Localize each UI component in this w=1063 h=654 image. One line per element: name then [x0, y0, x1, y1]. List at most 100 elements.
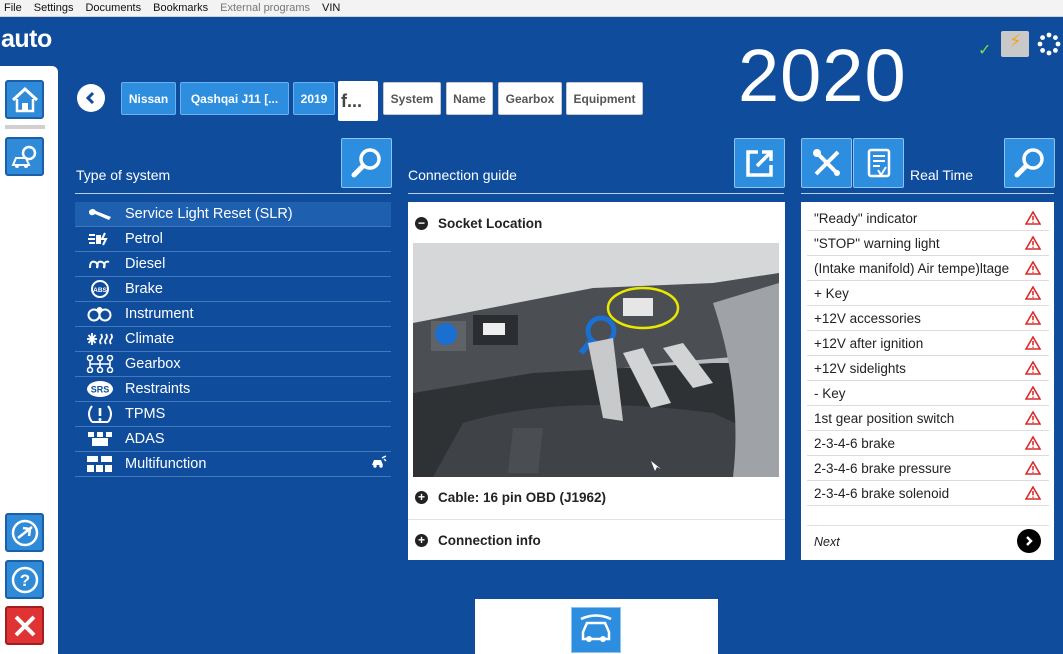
battery-icon[interactable]: ⚡ — [1001, 31, 1029, 57]
socket-location-photo — [413, 243, 779, 477]
warning-icon — [1025, 286, 1041, 300]
realtime-item[interactable]: +12V sidelights — [807, 356, 1049, 381]
realtime-item-label: "Ready" indicator — [814, 210, 918, 226]
vehicle-settings-button[interactable] — [5, 137, 44, 176]
realtime-item[interactable]: "Ready" indicator — [807, 206, 1049, 231]
system-item-label: Brake — [125, 281, 163, 297]
system-item-instrument[interactable]: Instrument — [75, 302, 391, 327]
system-item-brake[interactable]: ABS Brake — [75, 277, 391, 302]
system-item-label: Instrument — [125, 306, 194, 322]
close-button[interactable] — [5, 606, 44, 645]
system-item-label: Climate — [125, 331, 175, 347]
menu-file[interactable]: File — [0, 2, 30, 14]
warning-icon — [1025, 461, 1041, 475]
system-item-petrol[interactable]: Petrol — [75, 227, 391, 252]
breadcrumb-make[interactable]: Nissan — [121, 82, 176, 115]
breadcrumb-gearbox[interactable]: Gearbox — [498, 82, 562, 115]
realtime-header-line — [801, 193, 1054, 194]
sleep-mode-button[interactable] — [5, 513, 44, 552]
vehicle-year-display: 2020 — [738, 34, 907, 117]
guide-row-label: Connection info — [438, 532, 541, 548]
connection-guide-panel: − Socket Location + Cable: 16 pin OBD (J… — [408, 202, 785, 560]
realtime-item-label: 2-3-4-6 brake pressure — [814, 460, 952, 476]
systems-search-button[interactable] — [341, 138, 392, 188]
guide-row-cable[interactable]: + Cable: 16 pin OBD (J1962) — [408, 486, 785, 508]
realtime-item[interactable]: - Key — [807, 381, 1049, 406]
guide-row-socket-location[interactable]: − Socket Location — [408, 212, 785, 234]
realtime-item[interactable]: + Key — [807, 281, 1049, 306]
menu-settings[interactable]: Settings — [30, 2, 82, 14]
realtime-item[interactable]: "STOP" warning light — [807, 231, 1049, 256]
tpms-icon — [85, 404, 115, 424]
next-label[interactable]: Next — [814, 535, 840, 549]
multifunction-icon — [85, 455, 115, 473]
breadcrumb-model[interactable]: Qashqai J11 [... — [180, 82, 289, 115]
next-button[interactable] — [1017, 529, 1041, 553]
breadcrumb-field[interactable]: f... — [338, 81, 378, 121]
guide-row-label: Cable: 16 pin OBD (J1962) — [438, 489, 607, 505]
srs-icon: SRS — [85, 380, 115, 398]
menu-documents[interactable]: Documents — [81, 2, 149, 14]
realtime-item[interactable]: (Intake manifold) Air tempe)ltage — [807, 256, 1049, 281]
realtime-item[interactable]: 2-3-4-6 brake — [807, 431, 1049, 456]
system-item-label: Restraints — [125, 381, 191, 397]
system-item-diesel[interactable]: Diesel — [75, 252, 391, 277]
realtime-item-label: +12V accessories — [814, 310, 921, 326]
realtime-item-label: "STOP" warning light — [814, 235, 940, 251]
realtime-panel: "Ready" indicator "STOP" warning light (In… — [801, 202, 1054, 560]
expand-icon: + — [415, 533, 428, 547]
gearbox-icon — [85, 355, 115, 373]
datasheet-icon — [867, 148, 890, 178]
vehicle-connect-button[interactable] — [571, 607, 621, 653]
abs-icon: ABS — [85, 280, 115, 298]
system-item-climate[interactable]: Climate — [75, 327, 391, 352]
system-item-gearbox[interactable]: Gearbox — [75, 352, 391, 377]
system-item-slr[interactable]: Service Light Reset (SLR) — [75, 202, 391, 227]
system-item-label: ADAS — [125, 431, 165, 447]
breadcrumb-year[interactable]: 2019 — [293, 82, 335, 115]
realtime-search-button[interactable] — [1004, 138, 1055, 188]
menu-bookmarks[interactable]: Bookmarks — [149, 2, 216, 14]
system-item-multifunction[interactable]: Multifunction — [75, 452, 391, 477]
guide-open-button[interactable] — [734, 138, 785, 188]
help-button[interactable]: ? — [5, 560, 44, 599]
search-icon — [1014, 148, 1044, 178]
warning-icon — [1025, 361, 1041, 375]
realtime-divider — [807, 525, 1049, 526]
datasheet-button[interactable] — [853, 138, 904, 188]
menu-vin[interactable]: VIN — [318, 2, 348, 14]
system-item-restraints[interactable]: SRS Restraints — [75, 377, 391, 402]
realtime-item-label: + Key — [814, 285, 849, 301]
system-item-label: TPMS — [125, 406, 166, 422]
chevron-left-icon — [85, 91, 95, 105]
instrument-icon — [85, 306, 115, 322]
back-button[interactable] — [77, 84, 105, 112]
realtime-item[interactable]: +12V accessories — [807, 306, 1049, 331]
guide-divider — [408, 519, 785, 520]
realtime-item[interactable]: 2-3-4-6 brake pressure — [807, 456, 1049, 481]
breadcrumb-equipment[interactable]: Equipment — [566, 82, 643, 115]
guide-panel-title: Connection guide — [408, 167, 517, 183]
system-item-adas[interactable]: ADAS — [75, 427, 391, 452]
realtime-list: "Ready" indicator "STOP" warning light (In… — [807, 206, 1049, 506]
realtime-item[interactable]: 2-3-4-6 brake solenoid — [807, 481, 1049, 506]
tools-button[interactable] — [801, 138, 852, 188]
breadcrumb-system[interactable]: System — [383, 82, 441, 115]
warning-icon — [1025, 261, 1041, 275]
breadcrumb-name[interactable]: Name — [446, 82, 493, 115]
system-item-label: Multifunction — [125, 456, 207, 472]
menu-external-programs[interactable]: External programs — [216, 2, 318, 14]
home-icon — [11, 86, 38, 112]
systems-panel-title: Type of system — [76, 167, 171, 183]
home-button[interactable] — [5, 80, 44, 119]
check-icon: ✓ — [978, 42, 992, 59]
car-wrench-icon — [371, 455, 387, 473]
realtime-item[interactable]: +12V after ignition — [807, 331, 1049, 356]
adas-icon — [85, 431, 115, 447]
svg-text:SRS: SRS — [91, 385, 110, 395]
warning-icon — [1025, 386, 1041, 400]
realtime-item[interactable]: 1st gear position switch — [807, 406, 1049, 431]
system-item-tpms[interactable]: TPMS — [75, 402, 391, 427]
warning-icon — [1025, 336, 1041, 350]
guide-row-connection-info[interactable]: + Connection info — [408, 529, 785, 551]
